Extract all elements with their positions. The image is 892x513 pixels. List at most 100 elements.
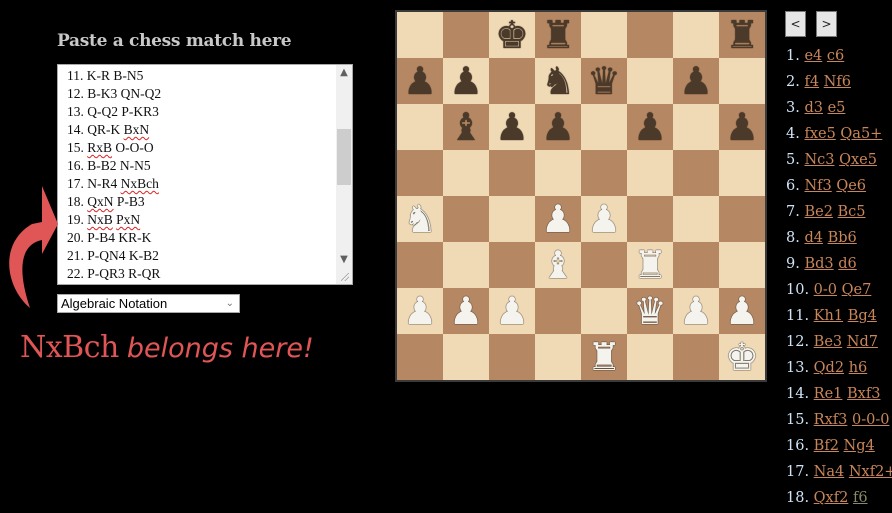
white-move-link[interactable]: Be3 — [814, 334, 842, 350]
black-move-link[interactable]: Nf6 — [824, 74, 851, 90]
black-move-link[interactable]: Qe6 — [836, 178, 866, 194]
square-g2[interactable]: ♟ — [673, 288, 719, 334]
white-rook-icon[interactable]: ♜ — [633, 246, 667, 284]
white-move-link[interactable]: e4 — [804, 48, 822, 64]
black-pawn-icon[interactable]: ♟ — [403, 62, 437, 100]
square-f6[interactable]: ♟ — [627, 104, 673, 150]
white-move-link[interactable]: d4 — [804, 230, 823, 246]
square-h6[interactable]: ♟ — [719, 104, 765, 150]
square-g7[interactable]: ♟ — [673, 58, 719, 104]
square-a4[interactable]: ♞ — [397, 196, 443, 242]
square-h7[interactable] — [719, 58, 765, 104]
square-f7[interactable] — [627, 58, 673, 104]
square-e7[interactable]: ♛ — [581, 58, 627, 104]
square-e2[interactable] — [581, 288, 627, 334]
white-move-link[interactable]: Nc3 — [804, 152, 834, 168]
white-move-link[interactable]: fxe5 — [804, 126, 835, 142]
black-move-link[interactable]: Bb6 — [828, 230, 857, 246]
black-move-link[interactable]: Qxe5 — [839, 152, 877, 168]
black-pawn-icon[interactable]: ♟ — [449, 62, 483, 100]
black-move-link[interactable]: Bxf3 — [847, 386, 880, 402]
textarea-content[interactable]: 11. K-R B-N5 12. B-K3 QN-Q2 13. Q-Q2 P-KR3… — [67, 67, 161, 283]
square-a8[interactable] — [397, 12, 443, 58]
square-b6[interactable]: ♝ — [443, 104, 489, 150]
square-g5[interactable] — [673, 150, 719, 196]
black-move-link[interactable]: Bg4 — [848, 308, 877, 324]
black-rook-icon[interactable]: ♜ — [541, 16, 575, 54]
black-king-icon[interactable]: ♚ — [495, 16, 529, 54]
square-f5[interactable] — [627, 150, 673, 196]
white-move-link[interactable]: Qxf2 — [814, 490, 849, 506]
black-move-link[interactable]: Nd7 — [847, 334, 878, 350]
square-f2[interactable]: ♛ — [627, 288, 673, 334]
square-a2[interactable]: ♟ — [397, 288, 443, 334]
white-move-link[interactable]: Na4 — [814, 464, 845, 480]
square-c1[interactable] — [489, 334, 535, 380]
white-move-link[interactable]: Nf3 — [804, 178, 831, 194]
black-move-link[interactable]: h6 — [849, 360, 868, 376]
square-f3[interactable]: ♜ — [627, 242, 673, 288]
scroll-up-icon[interactable]: ▲ — [336, 65, 352, 81]
white-knight-icon[interactable]: ♞ — [403, 200, 437, 238]
square-c4[interactable] — [489, 196, 535, 242]
black-move-link[interactable]: Nxf2+ — [849, 464, 892, 480]
square-f4[interactable] — [627, 196, 673, 242]
square-a6[interactable] — [397, 104, 443, 150]
square-d5[interactable] — [535, 150, 581, 196]
square-c8[interactable]: ♚ — [489, 12, 535, 58]
white-pawn-icon[interactable]: ♟ — [403, 292, 437, 330]
resize-handle-icon[interactable] — [336, 268, 352, 284]
square-a5[interactable] — [397, 150, 443, 196]
square-h2[interactable]: ♟ — [719, 288, 765, 334]
square-c6[interactable]: ♟ — [489, 104, 535, 150]
black-rook-icon[interactable]: ♜ — [725, 16, 759, 54]
square-b3[interactable] — [443, 242, 489, 288]
square-c7[interactable] — [489, 58, 535, 104]
white-pawn-icon[interactable]: ♟ — [587, 200, 621, 238]
black-queen-icon[interactable]: ♛ — [587, 62, 621, 100]
white-move-link[interactable]: Rxf3 — [814, 412, 848, 428]
white-move-link[interactable]: Be2 — [804, 204, 832, 220]
black-move-link[interactable]: Qa5+ — [840, 126, 882, 142]
black-pawn-icon[interactable]: ♟ — [679, 62, 713, 100]
square-g8[interactable] — [673, 12, 719, 58]
square-g6[interactable] — [673, 104, 719, 150]
black-move-link[interactable]: Qe7 — [842, 282, 872, 298]
black-pawn-icon[interactable]: ♟ — [633, 108, 667, 146]
square-h8[interactable]: ♜ — [719, 12, 765, 58]
white-move-link[interactable]: Qd2 — [814, 360, 844, 376]
white-pawn-icon[interactable]: ♟ — [541, 200, 575, 238]
scroll-down-icon[interactable]: ▼ — [336, 252, 352, 268]
square-d7[interactable]: ♞ — [535, 58, 581, 104]
white-move-link[interactable]: Kh1 — [814, 308, 843, 324]
square-d8[interactable]: ♜ — [535, 12, 581, 58]
square-c5[interactable] — [489, 150, 535, 196]
black-move-link[interactable]: c6 — [827, 48, 844, 64]
square-e3[interactable] — [581, 242, 627, 288]
square-a3[interactable] — [397, 242, 443, 288]
square-d1[interactable] — [535, 334, 581, 380]
square-f1[interactable] — [627, 334, 673, 380]
black-move-link[interactable]: Bc5 — [838, 204, 866, 220]
square-h5[interactable] — [719, 150, 765, 196]
textarea-scrollbar[interactable]: ▲ ▼ — [336, 65, 352, 284]
black-knight-icon[interactable]: ♞ — [541, 62, 575, 100]
white-bishop-icon[interactable]: ♝ — [541, 246, 575, 284]
black-pawn-icon[interactable]: ♟ — [541, 108, 575, 146]
square-h3[interactable] — [719, 242, 765, 288]
white-move-link[interactable]: 0-0 — [814, 282, 837, 298]
black-bishop-icon[interactable]: ♝ — [449, 108, 483, 146]
square-g4[interactable] — [673, 196, 719, 242]
scroll-thumb[interactable] — [337, 129, 351, 185]
square-a7[interactable]: ♟ — [397, 58, 443, 104]
square-b7[interactable]: ♟ — [443, 58, 489, 104]
square-c3[interactable] — [489, 242, 535, 288]
square-e4[interactable]: ♟ — [581, 196, 627, 242]
white-queen-icon[interactable]: ♛ — [633, 292, 667, 330]
square-b8[interactable] — [443, 12, 489, 58]
black-move-link[interactable]: f6 — [853, 490, 868, 506]
square-f8[interactable] — [627, 12, 673, 58]
prev-move-button[interactable]: < — [785, 11, 806, 37]
square-e1[interactable]: ♜ — [581, 334, 627, 380]
square-d2[interactable] — [535, 288, 581, 334]
